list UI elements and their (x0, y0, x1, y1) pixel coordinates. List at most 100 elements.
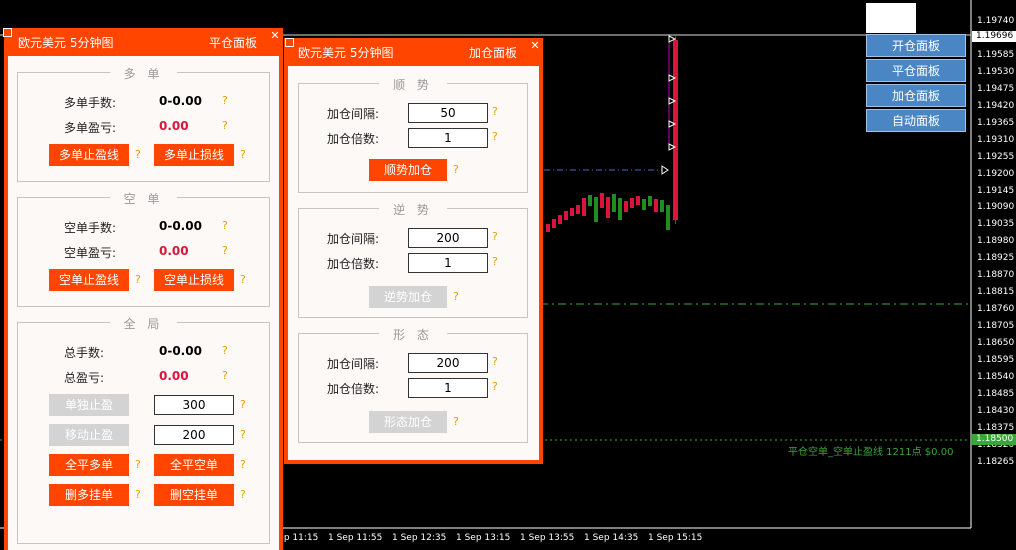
price-tick-label: 1.18925 (977, 253, 1015, 264)
help-icon[interactable]: ? (453, 290, 459, 303)
short-sl-line-button[interactable]: 空单止损线 (154, 269, 234, 291)
trend-add-button[interactable]: 顺势加仓 (369, 159, 447, 181)
add-panel-button[interactable]: 加仓面板 (866, 84, 966, 107)
price-tick-label: 1.19475 (977, 83, 1015, 94)
pattern-multiplier-input[interactable]: 1 (408, 378, 488, 398)
candle (648, 196, 652, 206)
long-group-legend: 多 单 (109, 65, 178, 82)
price-tick-label: 1.19090 (977, 202, 1015, 213)
price-tick-label: 1.18375 (977, 422, 1015, 433)
trend-multiplier-label: 加仓倍数: (327, 132, 380, 146)
help-icon[interactable]: ? (240, 428, 246, 441)
counter-multiplier-label: 加仓倍数: (327, 257, 380, 271)
add-position-panel: 欧元美元 5分钟图 加仓面板 ✕ 顺 势 加仓间隔: 50 ? 加仓倍数: 1 … (284, 38, 543, 464)
help-icon[interactable]: ? (240, 273, 246, 286)
add-panel-titlebar[interactable]: 欧元美元 5分钟图 加仓面板 ✕ (284, 38, 543, 64)
help-icon[interactable]: ? (492, 355, 498, 368)
price-tick-label: 1.18760 (977, 304, 1015, 315)
help-icon[interactable]: ? (240, 488, 246, 501)
price-tick-label: 1.18265 (977, 456, 1015, 467)
price-tick-label: 1.18485 (977, 388, 1015, 399)
price-tick-label: 1.18815 (977, 287, 1015, 298)
candle (570, 208, 574, 216)
single-stop-input[interactable]: 300 (154, 395, 234, 415)
candle (612, 194, 616, 212)
counter-add-button[interactable]: 逆势加仓 (369, 286, 447, 308)
help-icon[interactable]: ? (492, 130, 498, 143)
help-icon[interactable]: ? (222, 119, 228, 132)
help-icon[interactable]: ? (492, 255, 498, 268)
candle (600, 193, 604, 208)
auto-panel-button[interactable]: 自动面板 (866, 109, 966, 132)
close-panel-button[interactable]: 平仓面板 (866, 59, 966, 82)
single-stop-button[interactable]: 单独止盈 (49, 394, 129, 416)
global-group: 全 局 总手数: 0-0.00 ? 总盈亏: 0.00 ? 单独止盈 300 ?… (17, 315, 270, 544)
close-panel-titlebar[interactable]: 欧元美元 5分钟图 平仓面板 ✕ (4, 28, 283, 54)
price-tick-label: 1.18705 (977, 321, 1015, 332)
price-tick-label: 1.18650 (977, 338, 1015, 349)
candle (558, 215, 562, 224)
long-lots-label: 多单手数: (64, 96, 117, 110)
close-icon[interactable]: ✕ (269, 30, 281, 42)
add-panel-name: 加仓面板 (468, 46, 517, 60)
delete-short-orders-button[interactable]: 删空挂单 (154, 484, 234, 506)
price-tick-label: 1.18595 (977, 355, 1015, 365)
pattern-add-button[interactable]: 形态加仓 (369, 411, 447, 433)
close-panel-body: 多 单 多单手数: 0-0.00 ? 多单盈亏: 0.00 ? 多单止盈线 ? … (8, 56, 279, 550)
total-pnl-label: 总盈亏: (64, 371, 105, 385)
counter-interval-input[interactable]: 200 (408, 228, 488, 248)
long-pnl-label: 多单盈亏: (64, 121, 117, 135)
panel-drag-handle[interactable] (285, 38, 294, 47)
help-icon[interactable]: ? (492, 105, 498, 118)
close-icon[interactable]: ✕ (529, 40, 541, 52)
price-tick-label: 1.19200 (977, 168, 1015, 179)
trail-stop-input[interactable]: 200 (154, 425, 234, 445)
help-icon[interactable]: ? (135, 273, 141, 286)
candle (666, 205, 670, 230)
help-icon[interactable]: ? (453, 415, 459, 428)
panel-drag-handle[interactable] (3, 28, 12, 37)
long-tp-line-button[interactable]: 多单止盈线 (49, 144, 129, 166)
trend-interval-label: 加仓间隔: (327, 107, 380, 121)
help-icon[interactable]: ? (222, 244, 228, 257)
help-icon[interactable]: ? (135, 148, 141, 161)
help-icon[interactable]: ? (492, 230, 498, 243)
open-panel-button[interactable]: 开仓面板 (866, 34, 966, 57)
help-icon[interactable]: ? (222, 369, 228, 382)
time-tick-label: 1 Sep 13:15 (456, 533, 511, 543)
short-tp-line-button[interactable]: 空单止盈线 (49, 269, 129, 291)
help-icon[interactable]: ? (135, 458, 141, 471)
counter-multiplier-input[interactable]: 1 (408, 253, 488, 273)
pattern-interval-input[interactable]: 200 (408, 353, 488, 373)
help-icon[interactable]: ? (135, 488, 141, 501)
help-icon[interactable]: ? (222, 94, 228, 107)
candle (576, 205, 580, 214)
help-icon[interactable]: ? (240, 398, 246, 411)
close-position-panel: 欧元美元 5分钟图 平仓面板 ✕ 多 单 多单手数: 0-0.00 ? 多单盈亏… (4, 28, 283, 550)
trend-multiplier-input[interactable]: 1 (408, 128, 488, 148)
price-tick-label: 1.18540 (977, 371, 1015, 382)
candle (552, 219, 556, 228)
long-sl-line-button[interactable]: 多单止损线 (154, 144, 234, 166)
price-tick-label: 1.19035 (977, 219, 1015, 230)
help-icon[interactable]: ? (240, 148, 246, 161)
delete-long-orders-button[interactable]: 删多挂单 (49, 484, 129, 506)
trend-group: 顺 势 加仓间隔: 50 ? 加仓倍数: 1 ? 顺势加仓 ? (298, 76, 528, 193)
close-all-long-button[interactable]: 全平多单 (49, 454, 129, 476)
candle (660, 200, 664, 212)
symbol-box[interactable] (866, 3, 916, 33)
help-icon[interactable]: ? (222, 344, 228, 357)
close-panel-name: 平仓面板 (208, 36, 257, 50)
tp-price-tag: 1.18500 (972, 434, 1016, 445)
help-icon[interactable]: ? (492, 380, 498, 393)
candle (618, 198, 622, 220)
short-group: 空 单 空单手数: 0-0.00 ? 空单盈亏: 0.00 ? 空单止盈线 ? … (17, 190, 270, 307)
time-tick-label: 1 Sep 11:55 (328, 533, 383, 543)
close-all-short-button[interactable]: 全平空单 (154, 454, 234, 476)
candle (564, 211, 568, 220)
trend-interval-input[interactable]: 50 (408, 103, 488, 123)
help-icon[interactable]: ? (240, 458, 246, 471)
trail-stop-button[interactable]: 移动止盈 (49, 424, 129, 446)
help-icon[interactable]: ? (453, 163, 459, 176)
help-icon[interactable]: ? (222, 219, 228, 232)
